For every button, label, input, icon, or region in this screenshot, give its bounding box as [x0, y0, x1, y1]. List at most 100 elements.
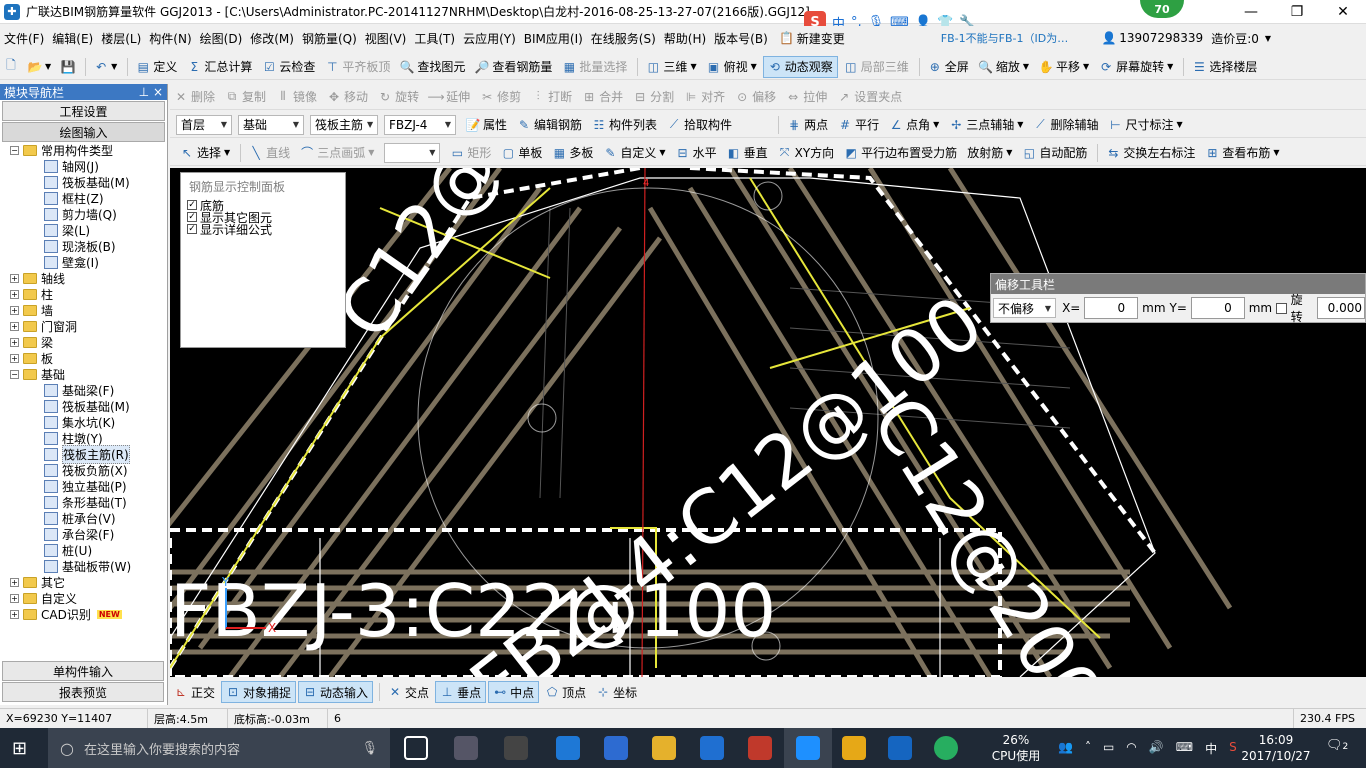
cost-dropdown-icon[interactable]: ▼: [1265, 34, 1271, 43]
properties-button[interactable]: 📝 属性: [462, 114, 511, 136]
expand-icon[interactable]: +: [10, 273, 19, 283]
y-offset-input[interactable]: 0: [1190, 297, 1245, 319]
menu-item[interactable]: 帮助(H): [660, 27, 710, 49]
tree-folder[interactable]: + 板: [10, 350, 53, 366]
ggj-app-icon[interactable]: [796, 736, 820, 760]
define-button[interactable]: ▤ 定义: [132, 56, 181, 78]
tree-item[interactable]: 筏板主筋(R): [44, 444, 130, 464]
custom-button[interactable]: ✎ 自定义 ▼: [599, 142, 669, 164]
checkbox-icon[interactable]: ✓: [187, 200, 197, 210]
tree-item[interactable]: 壁龛(I): [44, 254, 99, 270]
component-list-button[interactable]: ☷ 构件列表: [588, 114, 661, 136]
phone-number[interactable]: 13907298339: [1119, 31, 1203, 45]
green-app-icon[interactable]: [934, 736, 958, 760]
edit-tool-button[interactable]: ↻ 旋转: [374, 86, 423, 108]
store-icon[interactable]: [604, 736, 628, 760]
active-app-highlight[interactable]: [784, 728, 832, 768]
select-button[interactable]: ↖ 选择 ▼: [176, 142, 234, 164]
edit-tool-button[interactable]: ✕ 删除: [170, 86, 219, 108]
checkbox-show-formula[interactable]: ✓ 显示详细公式: [181, 223, 345, 237]
expand-icon[interactable]: +: [10, 289, 19, 299]
menu-item[interactable]: 云应用(Y): [459, 27, 520, 49]
input-language[interactable]: 中: [1205, 740, 1217, 757]
rect-button[interactable]: ▭ 矩形: [446, 142, 495, 164]
checkbox-icon[interactable]: ✓: [187, 224, 197, 234]
calc-button[interactable]: Σ 汇总计算: [183, 56, 256, 78]
menu-item[interactable]: 版本号(B): [710, 27, 772, 49]
tree-folder[interactable]: + 轴线: [10, 270, 65, 286]
expand-icon[interactable]: +: [10, 337, 19, 347]
edit-rebar-button[interactable]: ✎ 编辑钢筋: [513, 114, 586, 136]
tree-item[interactable]: 独立基础(P): [44, 478, 127, 494]
drawing-canvas[interactable]: C12@200 C12@200 FBZJ-4:C12@100 FBZJ-3:C2…: [170, 168, 1366, 677]
align-top-button[interactable]: ⊤ 平齐板顶: [321, 56, 394, 78]
undo-button[interactable]: ↶ ▼: [90, 56, 121, 78]
people-icon[interactable]: 👥: [1058, 740, 1073, 757]
horizontal-button[interactable]: ⊟ 水平: [672, 142, 721, 164]
radial-button[interactable]: 放射筋 ▼: [963, 142, 1016, 164]
tree-item[interactable]: 筏板基础(M): [44, 174, 130, 190]
auto-rebar-button[interactable]: ◱ 自动配筋: [1018, 142, 1091, 164]
network-icon[interactable]: ▭: [1103, 740, 1114, 757]
perpendicular-button[interactable]: ⊥ 垂点: [435, 681, 487, 703]
rotate-screen-button[interactable]: ⟳ 屏幕旋转 ▼: [1095, 56, 1177, 78]
file-explorer-icon[interactable]: [652, 736, 676, 760]
notepad-app-icon[interactable]: [842, 736, 866, 760]
parallel-button[interactable]: # 平行: [834, 114, 883, 136]
open-button[interactable]: 📂 ▼: [24, 56, 55, 78]
pan-button[interactable]: ✋ 平移 ▼: [1035, 56, 1093, 78]
edit-tool-button[interactable]: ⟶ 延伸: [425, 86, 474, 108]
tree-folder[interactable]: + 自定义: [10, 590, 77, 606]
vertical-button[interactable]: ◧ 垂直: [723, 142, 772, 164]
tree-item[interactable]: 桩(U): [44, 542, 92, 558]
expand-icon[interactable]: +: [10, 609, 19, 619]
find-element-button[interactable]: 🔍 查找图元: [396, 56, 469, 78]
save-button[interactable]: 💾: [57, 56, 79, 78]
volume-icon[interactable]: 🔊: [1149, 740, 1164, 757]
notice-text[interactable]: FB-1不能与FB-1（ID为…: [941, 30, 1068, 46]
local3d-button[interactable]: ◫ 局部三维: [840, 56, 913, 78]
object-snap-button[interactable]: ⊡ 对象捕捉: [221, 681, 297, 703]
edit-tool-button[interactable]: ✂ 修剪: [476, 86, 525, 108]
arc-mode-select[interactable]: ▼: [384, 142, 441, 163]
tree-folder[interactable]: + CAD识别 NEW: [10, 606, 122, 622]
tree-item[interactable]: 集水坑(K): [44, 414, 115, 430]
batch-select-button[interactable]: ▦ 批量选择: [558, 56, 631, 78]
multi-board-button[interactable]: ▦ 多板: [548, 142, 597, 164]
select-floor-button[interactable]: ☰ 选择楼层: [1188, 56, 1261, 78]
tree-item[interactable]: 筏板负筋(X): [44, 462, 128, 478]
dynamic-view-button[interactable]: ⟲ 动态观察: [762, 55, 838, 78]
ortho-button[interactable]: ⊾ 正交: [170, 681, 219, 703]
windows-start-icon[interactable]: ⊞: [12, 738, 27, 759]
plan-view-button[interactable]: ▣ 俯视 ▼: [703, 56, 761, 78]
fullscreen-button[interactable]: ⊕ 全屏: [924, 56, 973, 78]
tree-item[interactable]: 现浇板(B): [44, 238, 116, 254]
component-select[interactable]: FBZJ-4 ▼: [384, 114, 456, 135]
fan-app-icon[interactable]: [454, 736, 478, 760]
tree-item[interactable]: 梁(L): [44, 222, 90, 238]
menu-item[interactable]: 钢筋量(Q): [298, 27, 361, 49]
expand-icon[interactable]: +: [10, 305, 19, 315]
edit-tool-button[interactable]: ⫶ 打断: [527, 86, 576, 108]
expand-icon[interactable]: +: [10, 321, 19, 331]
menu-item[interactable]: 视图(V): [361, 27, 411, 49]
cpu-usage[interactable]: 26% CPU使用: [986, 732, 1046, 764]
menu-item[interactable]: 修改(M): [246, 27, 298, 49]
x-offset-input[interactable]: 0: [1084, 297, 1139, 319]
parallel-edge-button[interactable]: ◩ 平行边布置受力筋: [840, 142, 961, 164]
midpoint-button[interactable]: ⊷ 中点: [488, 681, 540, 703]
tree-item[interactable]: 筏板基础(M): [44, 398, 130, 414]
tree-item[interactable]: 条形基础(T): [44, 494, 127, 510]
pick-component-button[interactable]: ⟋ 拾取构件: [663, 114, 736, 136]
tree-item[interactable]: 承台梁(F): [44, 526, 114, 542]
project-settings-button[interactable]: 工程设置: [2, 101, 165, 121]
chevron-up-icon[interactable]: ˄: [1085, 740, 1091, 757]
cloud-check-button[interactable]: ☑ 云检查: [258, 56, 319, 78]
edit-tool-button[interactable]: ✥ 移动: [323, 86, 372, 108]
vertex-button[interactable]: ⬠ 顶点: [541, 681, 590, 703]
offset-mode-select[interactable]: 不偏移 ▼: [993, 298, 1057, 318]
tree-folder[interactable]: + 门窗洞: [10, 318, 77, 334]
notification-icon[interactable]: 🗨2: [1326, 738, 1348, 753]
microphone-icon[interactable]: 🎙: [361, 741, 378, 756]
tree-item[interactable]: 剪力墙(Q): [44, 206, 117, 222]
